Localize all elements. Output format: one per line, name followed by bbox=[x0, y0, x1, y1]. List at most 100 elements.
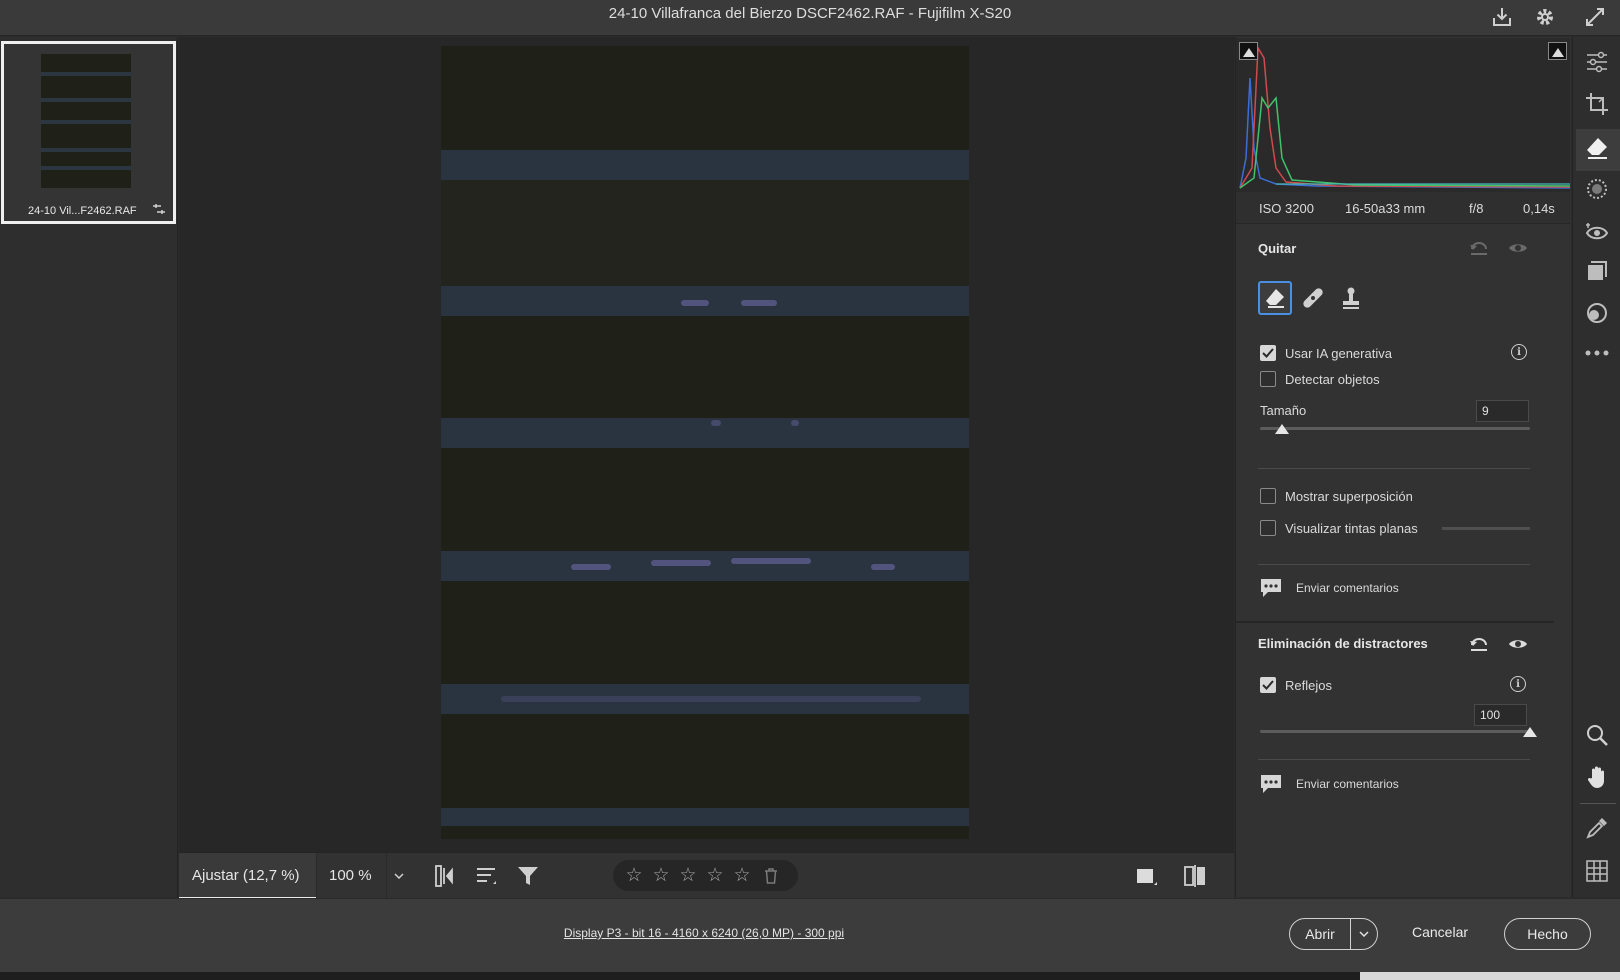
window-title: 24-10 Villafranca del Bierzo DSCF2462.RA… bbox=[608, 5, 1012, 22]
eraser-tool-button[interactable] bbox=[1258, 281, 1292, 315]
send-feedback-link[interactable]: Enviar comentarios bbox=[1259, 576, 1399, 600]
done-button[interactable]: Hecho bbox=[1504, 918, 1591, 950]
distraction-removal-title: Eliminación de distractores bbox=[1258, 636, 1428, 651]
size-value-input[interactable] bbox=[1476, 400, 1529, 422]
use-generative-ai-label: Usar IA generativa bbox=[1285, 345, 1392, 361]
open-button[interactable]: Abrir bbox=[1289, 918, 1378, 950]
exif-info: ISO 3200 16-50a33 mm f/8 0,14s bbox=[1236, 192, 1570, 224]
view-single-icon[interactable] bbox=[1133, 863, 1159, 889]
histogram-graph bbox=[1239, 45, 1571, 189]
save-download-icon[interactable] bbox=[1489, 4, 1515, 30]
open-options-chevron-icon[interactable] bbox=[1351, 931, 1377, 937]
comment-icon bbox=[1259, 773, 1283, 795]
reflections-label: Reflejos bbox=[1285, 677, 1332, 693]
masking-icon[interactable] bbox=[1584, 176, 1610, 202]
rating-star-5[interactable]: ☆ bbox=[733, 866, 751, 885]
workflow-options-link[interactable]: Display P3 - bit 16 - 4160 x 6240 (26,0 … bbox=[0, 926, 1408, 940]
send-feedback-label: Enviar comentarios bbox=[1296, 581, 1399, 595]
zoom-magnifier-icon[interactable] bbox=[1584, 722, 1610, 748]
size-slider-track[interactable] bbox=[1260, 427, 1530, 430]
flat-tints-slider[interactable] bbox=[1442, 527, 1530, 530]
checkbox-checked[interactable] bbox=[1260, 345, 1276, 361]
presets-icon[interactable] bbox=[1584, 258, 1610, 284]
thumbnail-image bbox=[41, 54, 131, 188]
eraser-icon bbox=[1266, 289, 1284, 308]
sort-icon[interactable] bbox=[474, 863, 500, 889]
zoom-fit-button[interactable]: Ajustar (12,7 %) bbox=[179, 853, 316, 899]
photo-preview[interactable] bbox=[441, 46, 969, 839]
divider bbox=[1258, 468, 1530, 469]
visibility-eye-icon[interactable] bbox=[1507, 633, 1529, 655]
title-bar: 24-10 Villafranca del Bierzo DSCF2462.RA… bbox=[0, 0, 1620, 36]
before-after-compare-icon[interactable] bbox=[1182, 863, 1208, 889]
star-rating[interactable]: ☆ ☆ ☆ ☆ ☆ bbox=[613, 860, 798, 891]
rating-star-3[interactable]: ☆ bbox=[679, 866, 697, 885]
expand-icon[interactable] bbox=[1582, 4, 1608, 30]
bottom-strip bbox=[0, 972, 1620, 980]
edited-badge-icon bbox=[152, 202, 166, 220]
open-button-label: Abrir bbox=[1305, 926, 1335, 942]
checkbox-unchecked[interactable] bbox=[1260, 520, 1276, 536]
size-label: Tamaño bbox=[1260, 403, 1307, 418]
section-divider bbox=[1236, 621, 1554, 623]
show-overlay-label: Mostrar superposición bbox=[1285, 488, 1413, 504]
send-feedback-link[interactable]: Enviar comentarios bbox=[1259, 772, 1399, 796]
comment-icon bbox=[1259, 577, 1283, 599]
checkbox-unchecked[interactable] bbox=[1260, 371, 1276, 387]
lens-value: 16-50a33 mm bbox=[1345, 201, 1426, 216]
reset-icon[interactable] bbox=[1468, 633, 1490, 655]
eraser-icon[interactable] bbox=[1584, 135, 1610, 161]
checkbox-checked[interactable] bbox=[1260, 677, 1276, 693]
reflections-value-input[interactable] bbox=[1474, 704, 1527, 726]
highlight-clipping-icon[interactable] bbox=[1548, 42, 1567, 60]
stamp-icon bbox=[1343, 287, 1359, 309]
show-overlay-checkbox[interactable]: Mostrar superposición bbox=[1260, 487, 1413, 505]
trash-icon[interactable] bbox=[764, 867, 778, 884]
sliders-icon[interactable] bbox=[1584, 49, 1610, 75]
crop-icon[interactable] bbox=[1584, 91, 1610, 117]
reset-icon[interactable] bbox=[1468, 237, 1490, 259]
remove-section-title: Quitar bbox=[1258, 241, 1297, 256]
red-eye-icon[interactable] bbox=[1584, 219, 1610, 245]
reflections-slider-track[interactable] bbox=[1260, 730, 1530, 733]
rating-star-4[interactable]: ☆ bbox=[706, 866, 724, 885]
reflections-checkbox[interactable]: Reflejos bbox=[1260, 676, 1332, 694]
clone-tool-button[interactable] bbox=[1334, 281, 1368, 315]
info-icon[interactable]: i bbox=[1511, 344, 1527, 360]
visualize-flat-tints-label: Visualizar tintas planas bbox=[1285, 520, 1418, 536]
gear-icon[interactable] bbox=[1532, 4, 1558, 30]
filmstrip-thumbnail[interactable]: 24-10 Vil...F2462.RAF bbox=[1, 41, 176, 224]
heal-tool-button[interactable] bbox=[1296, 281, 1330, 315]
detect-objects-label: Detectar objetos bbox=[1285, 371, 1380, 387]
send-feedback-label: Enviar comentarios bbox=[1296, 777, 1399, 791]
divider bbox=[1258, 564, 1530, 565]
snapshots-icon[interactable] bbox=[1584, 300, 1610, 326]
iso-value: ISO 3200 bbox=[1259, 201, 1314, 216]
info-icon[interactable]: i bbox=[1510, 676, 1526, 692]
hand-icon[interactable] bbox=[1584, 764, 1610, 790]
visualize-flat-tints-checkbox[interactable]: Visualizar tintas planas bbox=[1260, 519, 1418, 537]
histogram bbox=[1236, 38, 1571, 192]
zoom-100-button[interactable]: 100 % bbox=[316, 853, 386, 899]
shadow-clipping-icon[interactable] bbox=[1239, 42, 1258, 60]
bandage-icon bbox=[1303, 288, 1323, 308]
visibility-eye-icon[interactable] bbox=[1507, 237, 1529, 259]
rating-star-1[interactable]: ☆ bbox=[625, 866, 643, 885]
divider bbox=[1258, 759, 1530, 760]
grid-icon[interactable] bbox=[1584, 858, 1610, 884]
filmstrip-toggle-icon[interactable] bbox=[433, 863, 459, 889]
cancel-button[interactable]: Cancelar bbox=[1395, 924, 1485, 940]
rating-star-2[interactable]: ☆ bbox=[652, 866, 670, 885]
footer-bar: Display P3 - bit 16 - 4160 x 6240 (26,0 … bbox=[0, 898, 1620, 972]
size-slider-thumb[interactable] bbox=[1274, 424, 1289, 434]
zoom-dropdown-chevron-icon[interactable] bbox=[386, 853, 410, 899]
checkbox-unchecked[interactable] bbox=[1260, 488, 1276, 504]
more-options-icon[interactable] bbox=[1584, 340, 1610, 366]
eyedropper-icon[interactable] bbox=[1584, 815, 1610, 841]
reflections-slider-thumb[interactable] bbox=[1523, 727, 1537, 737]
filmstrip: 24-10 Vil...F2462.RAF bbox=[0, 37, 178, 897]
filter-icon[interactable] bbox=[515, 863, 541, 889]
use-generative-ai-checkbox[interactable]: Usar IA generativa bbox=[1260, 344, 1392, 362]
detect-objects-checkbox[interactable]: Detectar objetos bbox=[1260, 370, 1380, 388]
shutter-value: 0,14s bbox=[1523, 201, 1555, 216]
